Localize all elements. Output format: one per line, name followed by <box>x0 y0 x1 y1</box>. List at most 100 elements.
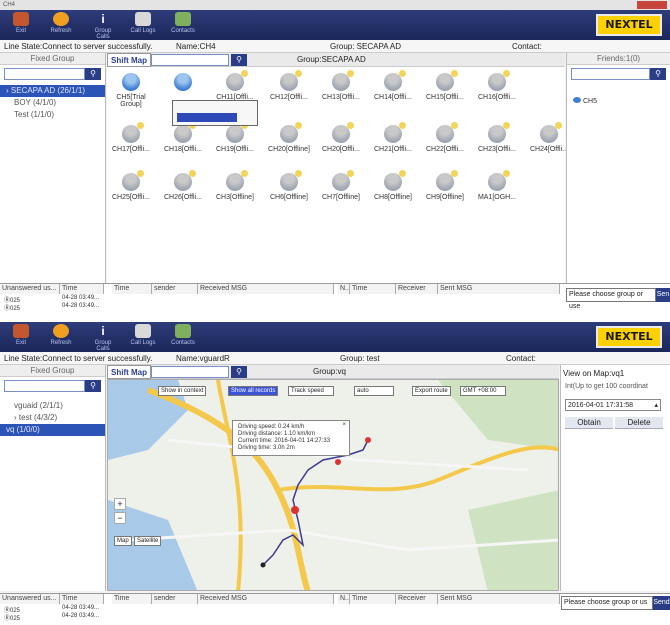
map-type-map[interactable]: Map <box>114 536 132 546</box>
group-calls-button[interactable]: i Group Calls <box>88 12 118 40</box>
send-button[interactable]: Send <box>653 596 670 610</box>
search-icon[interactable]: ⚲ <box>85 380 101 392</box>
message-input[interactable]: Please choose group or us <box>561 596 653 610</box>
member-item[interactable]: CH3[Offline] <box>211 170 259 211</box>
show-all-records-button[interactable]: Show all records <box>228 386 279 396</box>
group-item[interactable]: › test (4/3/2) <box>0 412 105 424</box>
exit-button[interactable]: Exit <box>6 324 36 350</box>
member-item[interactable]: CH13[Offli... <box>317 70 365 111</box>
user-icon <box>226 70 248 91</box>
member-item[interactable]: CH20[Offline] <box>265 122 313 163</box>
member-item[interactable]: CH15[Offli... <box>421 70 469 111</box>
column-header[interactable]: Time <box>112 594 152 604</box>
track-speed-select[interactable]: Track speed <box>288 386 334 396</box>
member-search-input[interactable] <box>151 54 229 66</box>
message-input[interactable]: Please choose group or use <box>566 288 656 310</box>
column-header[interactable]: Sent MSG <box>438 284 560 294</box>
member-item[interactable]: CH25[Offli... <box>107 170 155 211</box>
group-calls-button[interactable]: i Group Calls <box>88 324 118 352</box>
refresh-button[interactable]: Refresh <box>46 12 76 38</box>
group-search-input[interactable] <box>4 68 85 80</box>
table-cell: 04-28 03:49... <box>62 605 100 611</box>
close-icon[interactable]: × <box>342 422 346 429</box>
exit-button[interactable]: Exit <box>6 12 36 38</box>
user-icon <box>384 170 406 191</box>
current-group: Group: test <box>340 354 380 363</box>
column-header[interactable]: sender <box>152 284 198 294</box>
column-header[interactable]: Received MSG <box>198 284 334 294</box>
call-logs-button[interactable]: Call Logs <box>128 324 158 350</box>
member-item[interactable]: CH16[Offli... <box>473 70 521 111</box>
user-icon <box>280 170 302 191</box>
fixed-group-panel: Fixed Group ⚲ vguaid (2/1/1) › test (4/3… <box>0 365 106 591</box>
column-header[interactable]: Received MSG <box>198 594 334 604</box>
column-header[interactable]: Time <box>350 594 396 604</box>
window-controls[interactable] <box>637 1 667 9</box>
friend-item[interactable]: CH5 <box>573 97 597 105</box>
column-header[interactable]: N.. <box>338 594 350 604</box>
member-item[interactable]: CH22[Offli... <box>421 122 469 163</box>
refresh-button[interactable]: Refresh <box>46 324 76 350</box>
member-item[interactable]: CH19[Offli... <box>211 122 259 163</box>
search-icon[interactable]: ⚲ <box>650 68 666 80</box>
search-icon[interactable]: ⚲ <box>231 366 247 378</box>
column-header[interactable]: sender <box>152 594 198 604</box>
group-item[interactable]: › SECAPA AD (26/1/1) <box>0 85 105 97</box>
column-header[interactable]: Time <box>350 284 396 294</box>
column-header[interactable]: Unanswered us... <box>0 284 60 294</box>
context-menu-item[interactable] <box>177 113 237 122</box>
map-type-satellite[interactable]: Satellite <box>134 536 162 546</box>
obtain-button[interactable]: Obtain <box>565 417 613 429</box>
member-item[interactable]: CH7[Offline] <box>317 170 365 211</box>
column-header[interactable]: Sent MSG <box>438 594 560 604</box>
export-route-button[interactable]: Export route <box>412 386 451 396</box>
send-button[interactable]: Sen <box>656 288 670 302</box>
auto-select[interactable]: auto <box>354 386 394 396</box>
member-item[interactable]: CH8[Offline] <box>369 170 417 211</box>
column-header[interactable]: Time <box>112 284 152 294</box>
member-item[interactable]: CH20[Offli... <box>317 122 365 163</box>
timezone-select[interactable]: GMT +08:00 <box>460 386 506 396</box>
member-item[interactable]: CH9[Offline] <box>421 170 469 211</box>
group-item[interactable]: vguaid (2/1/1) <box>0 400 105 412</box>
member-item[interactable]: CH18[Offli... <box>159 122 207 163</box>
member-item[interactable]: MA1[OGH... <box>473 170 521 211</box>
friend-search-input[interactable] <box>571 68 650 80</box>
group-item[interactable]: vq (1/0/0) <box>0 424 105 436</box>
search-icon[interactable]: ⚲ <box>85 68 101 80</box>
group-item[interactable]: BOY (4/1/0) <box>0 97 105 109</box>
zoom-in-button[interactable]: + <box>114 498 126 510</box>
delete-button[interactable]: Delete <box>615 417 663 429</box>
spinner-icon[interactable]: ▴ <box>654 400 660 411</box>
zoom-out-button[interactable]: − <box>114 512 126 524</box>
group-item[interactable]: Test (1/1/0) <box>0 109 105 121</box>
contacts-button[interactable]: Contacts <box>168 12 198 38</box>
show-in-context-button[interactable]: Show in context <box>158 386 207 396</box>
column-header[interactable]: N.. <box>338 284 350 294</box>
column-header[interactable]: Receiver <box>396 594 438 604</box>
column-header[interactable]: Receiver <box>396 284 438 294</box>
shift-map-tab[interactable]: Shift Map <box>107 53 151 67</box>
column-header[interactable]: Unanswered us... <box>0 594 60 604</box>
member-item[interactable]: CH26[Offli... <box>159 170 207 211</box>
group-search-input[interactable] <box>4 380 85 392</box>
member-item[interactable]: CH6[Offline] <box>265 170 313 211</box>
member-item[interactable]: CH21[Offli... <box>369 122 417 163</box>
member-item[interactable]: CH17[Offli... <box>107 122 155 163</box>
shift-map-tab[interactable]: Shift Map <box>107 365 151 379</box>
datetime-input[interactable]: 2016-04-01 17:31:58 ▴ <box>565 399 661 411</box>
member-item[interactable]: CH14[Offli... <box>369 70 417 111</box>
context-menu <box>172 100 258 126</box>
member-item[interactable]: CH12[Offli... <box>265 70 313 111</box>
call-logs-button[interactable]: Call Logs <box>128 12 158 38</box>
line-state: Line State:Connect to server successfull… <box>4 42 153 51</box>
member-item[interactable]: CH23[Offli... <box>473 122 521 163</box>
toolbar-label: Contacts <box>171 340 195 346</box>
member-search-input[interactable] <box>151 366 229 378</box>
column-header[interactable]: Time <box>60 284 104 294</box>
map-view[interactable]: Show in context Show all records Track s… <box>107 379 559 591</box>
search-icon[interactable]: ⚲ <box>231 54 247 66</box>
column-header[interactable]: Time <box>60 594 104 604</box>
contacts-button[interactable]: Contacts <box>168 324 198 350</box>
member-item[interactable]: CH5[Trial Group] <box>107 71 155 111</box>
